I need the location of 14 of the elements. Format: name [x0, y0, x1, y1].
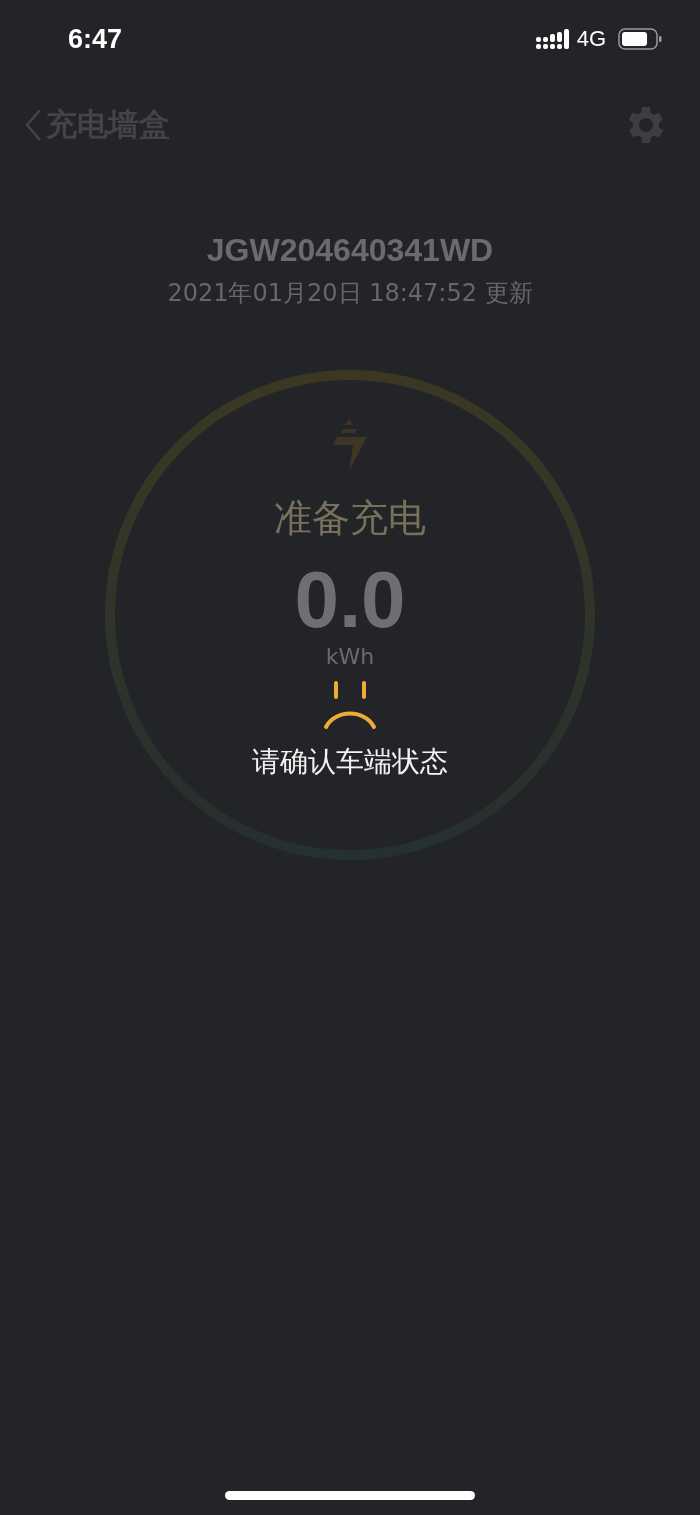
energy-unit: kWh — [325, 644, 375, 669]
network-label: 4G — [576, 26, 606, 52]
sad-face-icon — [322, 679, 378, 731]
lightning-icon — [333, 419, 367, 471]
battery-icon — [618, 28, 662, 50]
clock-time: 6:47 — [68, 23, 123, 55]
energy-reading: 0.0 — [294, 560, 406, 640]
charging-status: 准备充电 — [274, 495, 426, 542]
home-indicator[interactable] — [225, 1491, 475, 1500]
device-serial: JGW204640341WD — [206, 232, 494, 269]
alert-message: 请确认车端状态 — [252, 744, 448, 780]
signal-icon — [535, 29, 569, 49]
update-time: 2021年01月20日 18:47:52 更新 — [167, 278, 533, 309]
back-icon — [24, 108, 42, 142]
